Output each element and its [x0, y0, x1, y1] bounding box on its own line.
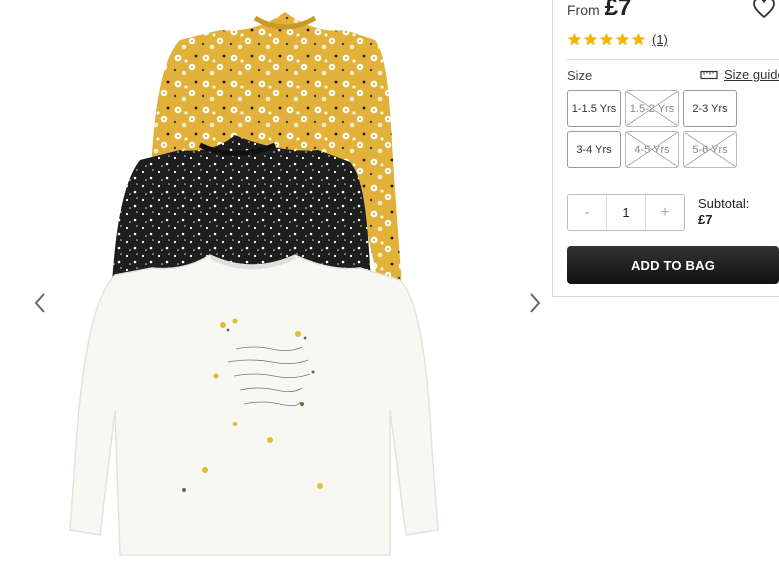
subtotal-label: Subtotal: [698, 196, 750, 211]
star-icon [615, 32, 630, 46]
price-prefix: From [567, 2, 600, 18]
quantity-stepper: - + [567, 194, 685, 231]
price: From £7 [567, 0, 631, 22]
product-image [69, 12, 439, 556]
size-option-button[interactable]: 1.5-2 Yrs [625, 90, 679, 127]
rating-stars [567, 32, 647, 47]
divider [567, 59, 779, 60]
ruler-icon [700, 70, 718, 79]
previous-image-arrow-icon[interactable] [30, 290, 52, 316]
wishlist-heart-icon[interactable] [752, 0, 776, 20]
add-to-bag-button[interactable]: ADD TO BAG [567, 246, 779, 284]
purchase-panel: From £7 (1) Size Size guide 1-1.5 Yrs 1.5… [552, 0, 779, 297]
size-option-button[interactable]: 1-1.5 Yrs [567, 90, 621, 127]
size-option-label: 2-3 Yrs [692, 102, 728, 115]
size-option-button[interactable]: 3-4 Yrs [567, 131, 621, 168]
quantity-decrease-button[interactable]: - [568, 195, 606, 230]
size-guide-label: Size guide [724, 67, 779, 82]
quantity-increase-button[interactable]: + [646, 195, 684, 230]
star-icon [599, 32, 614, 46]
size-option-button[interactable]: 5-6 Yrs [683, 131, 737, 168]
size-guide-link[interactable]: Size guide [700, 67, 779, 82]
next-image-arrow-icon[interactable] [523, 290, 545, 316]
star-icon [567, 32, 582, 46]
product-rating: (1) [567, 32, 668, 47]
size-option-label: 1-1.5 Yrs [571, 102, 617, 115]
subtotal-value: £7 [698, 212, 713, 227]
quantity-input[interactable] [606, 195, 646, 230]
size-option-label: 1.5-2 Yrs [629, 102, 675, 115]
product-gallery [0, 0, 552, 581]
size-label: Size [567, 68, 593, 83]
size-option-label: 3-4 Yrs [576, 143, 612, 156]
review-count-link[interactable]: (1) [652, 32, 668, 47]
star-icon [583, 32, 598, 46]
price-value: £7 [604, 0, 632, 21]
size-option-label: 4-5 Yrs [634, 143, 670, 156]
size-option-button[interactable]: 2-3 Yrs [683, 90, 737, 127]
size-option-button[interactable]: 4-5 Yrs [625, 131, 679, 168]
star-icon [631, 32, 646, 46]
white-print-top [69, 254, 439, 556]
subtotal: Subtotal: £7 [698, 196, 749, 228]
size-options: 1-1.5 Yrs 1.5-2 Yrs 2-3 Yrs 3-4 Yrs 4-5 Yrs 5… [567, 90, 747, 168]
size-option-label: 5-6 Yrs [692, 143, 728, 156]
